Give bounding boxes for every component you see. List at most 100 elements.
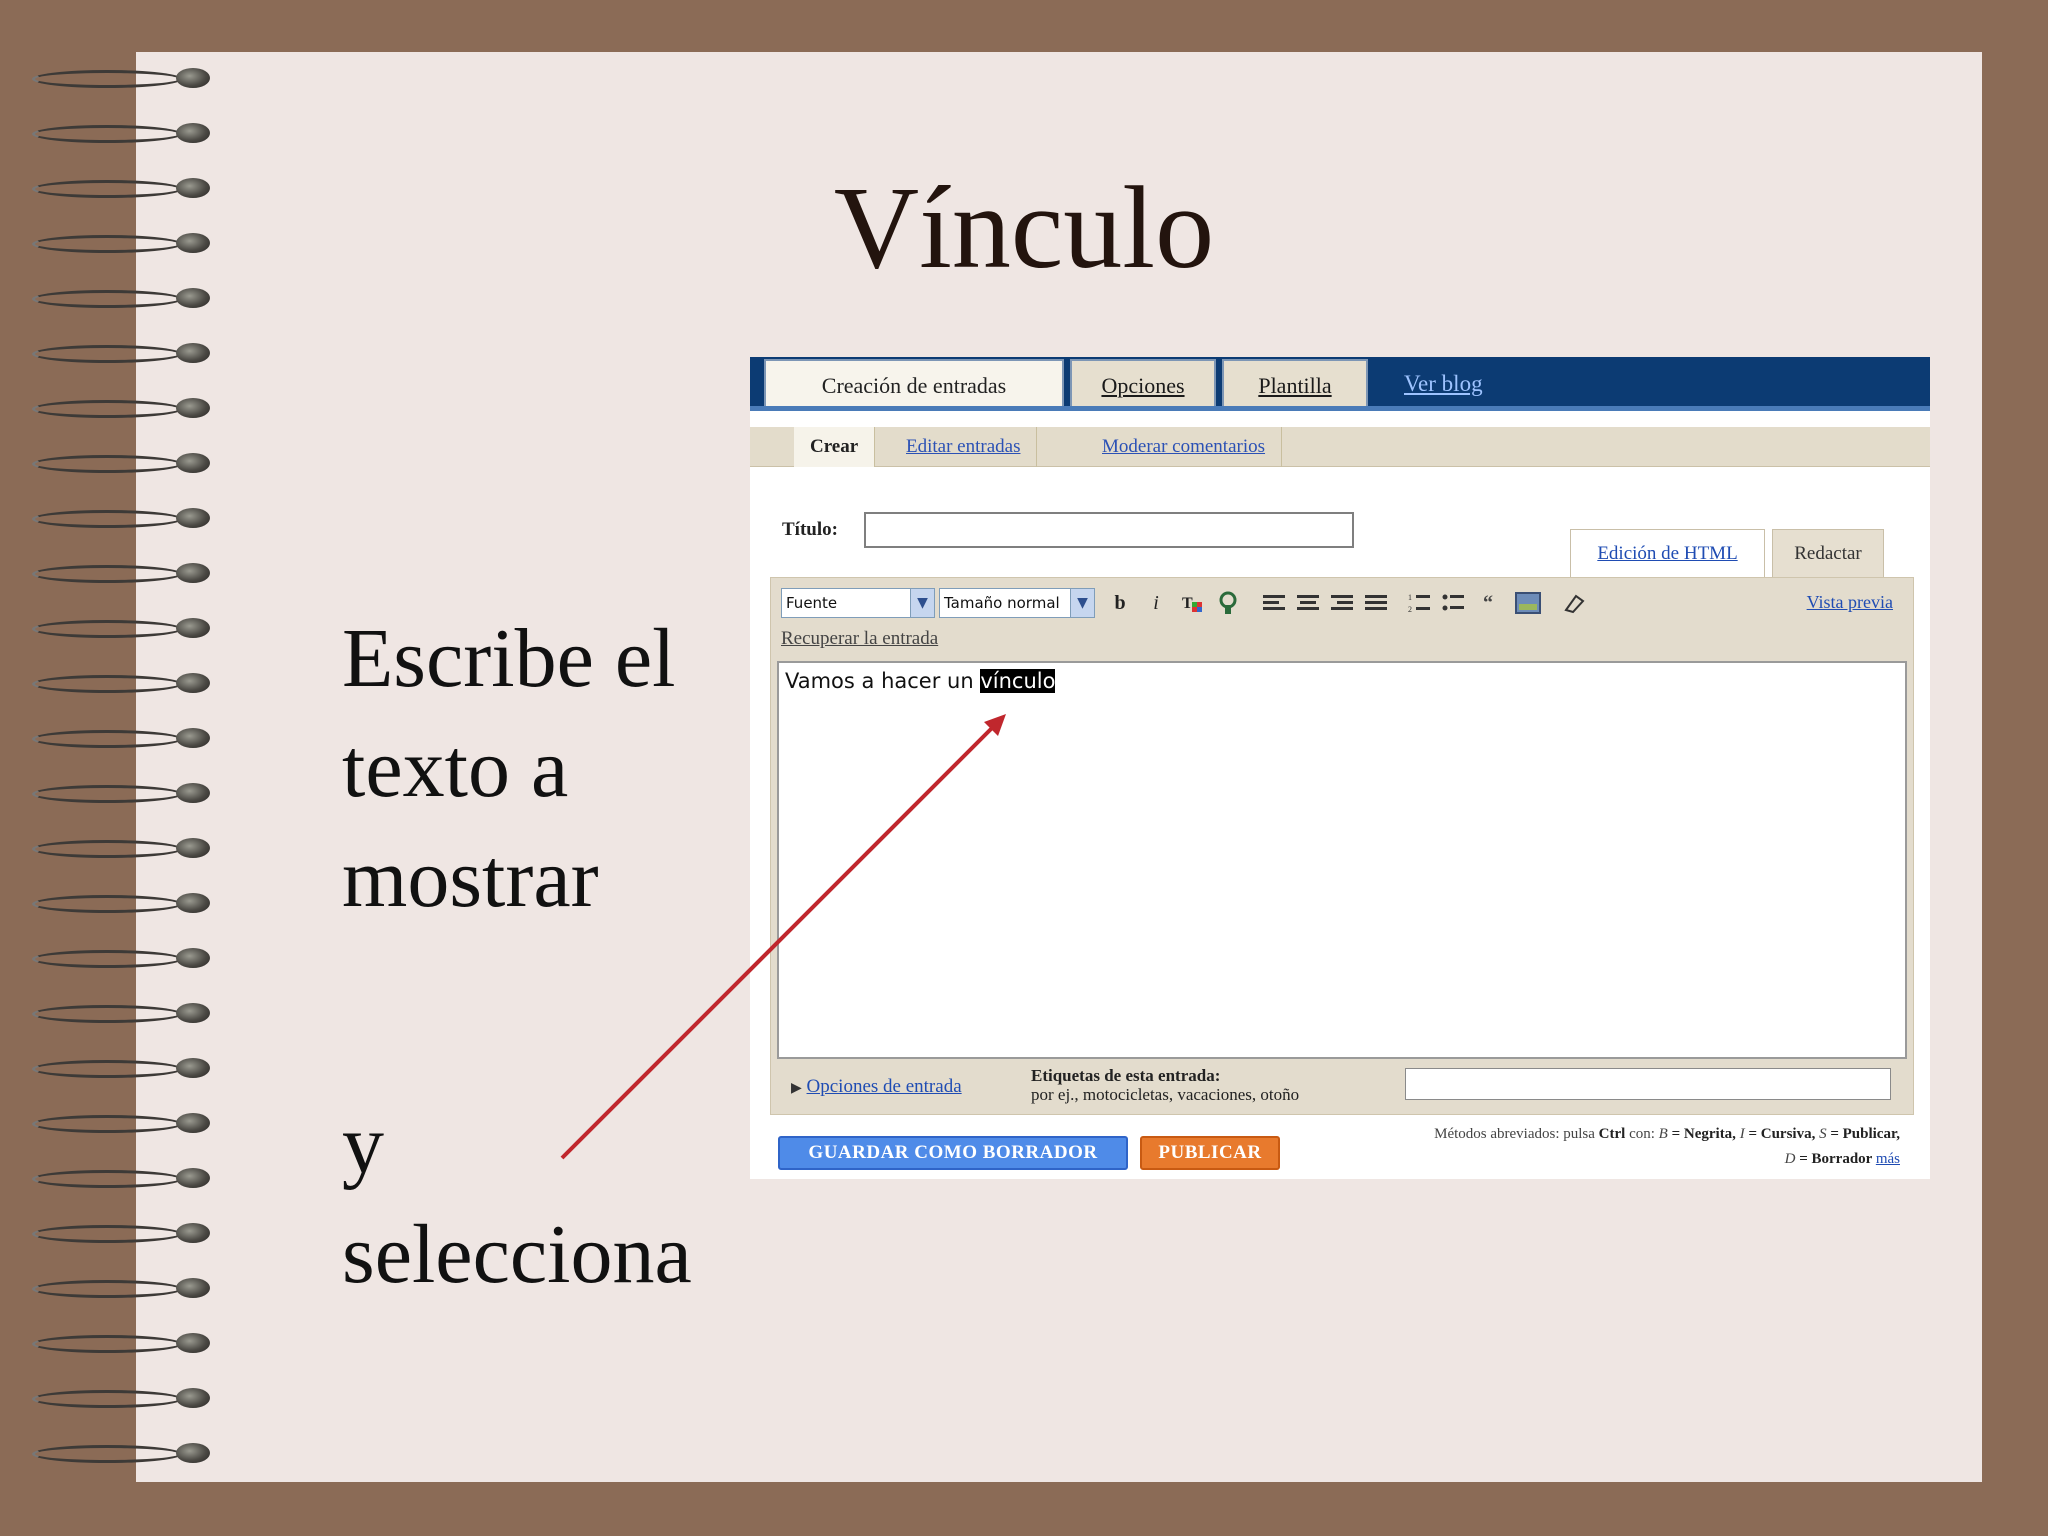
spiral-ring: [28, 883, 228, 923]
subtab-moderar-comentarios[interactable]: Moderar comentarios: [1086, 427, 1283, 467]
bullet-list-icon[interactable]: [1441, 590, 1467, 616]
recover-post-link[interactable]: Recuperar la entrada: [781, 628, 938, 650]
spiral-ring: [28, 333, 228, 373]
chevron-down-icon: ▼: [910, 589, 934, 617]
align-center-icon[interactable]: [1295, 590, 1321, 616]
italic-icon[interactable]: i: [1143, 590, 1169, 616]
blogger-editor-screenshot: Creación de entradas Opciones Plantilla …: [750, 357, 1930, 1179]
spiral-ring: [28, 1268, 228, 1308]
main-tab-bar: Creación de entradas Opciones Plantilla …: [750, 357, 1930, 411]
spiral-wire: [32, 455, 182, 473]
spiral-ring: [28, 828, 228, 868]
chevron-down-icon: ▼: [1070, 589, 1094, 617]
spiral-hole: [176, 1113, 210, 1133]
spiral-wire: [32, 1225, 182, 1243]
eraser-icon[interactable]: [1561, 590, 1587, 616]
title-input[interactable]: [864, 512, 1354, 548]
spiral-wire: [32, 70, 182, 88]
title-label: Título:: [782, 519, 838, 540]
spiral-wire: [32, 785, 182, 803]
spiral-ring: [28, 773, 228, 813]
svg-text:1: 1: [1408, 593, 1412, 602]
text-color-icon[interactable]: T: [1179, 590, 1205, 616]
spiral-ring: [28, 1378, 228, 1418]
post-options-link[interactable]: Opciones de entrada: [807, 1076, 962, 1097]
tab-html-edit[interactable]: Edición de HTML: [1570, 529, 1765, 577]
blockquote-icon[interactable]: “: [1475, 590, 1501, 616]
spiral-hole: [176, 673, 210, 693]
spiral-hole: [176, 508, 210, 528]
tab-label: Creación de entradas: [821, 373, 1007, 398]
spiral-ring: [28, 938, 228, 978]
spiral-ring: [28, 1433, 228, 1473]
tab-bar-underline: [750, 406, 1930, 411]
spiral-ring: [28, 113, 228, 153]
shortcuts-help: Métodos abreviados: pulsa Ctrl con: B = …: [1290, 1122, 1900, 1172]
shortcuts-text: Métodos abreviados: pulsa: [1434, 1126, 1599, 1142]
tab-plantilla[interactable]: Plantilla: [1222, 359, 1368, 411]
tab-creacion[interactable]: Creación de entradas: [764, 359, 1064, 411]
spiral-wire: [32, 1115, 182, 1133]
numbered-list-icon[interactable]: 12: [1407, 590, 1433, 616]
spiral-wire: [32, 1060, 182, 1078]
spiral-wire: [32, 1005, 182, 1023]
spiral-wire: [32, 400, 182, 418]
shortcut-key: S: [1819, 1126, 1827, 1142]
post-text: Vamos a hacer un: [785, 669, 981, 693]
more-link[interactable]: más: [1876, 1151, 1900, 1167]
tab-label[interactable]: Plantilla: [1258, 373, 1331, 399]
spiral-hole: [176, 563, 210, 583]
spiral-hole: [176, 1223, 210, 1243]
tab-compose[interactable]: Redactar: [1772, 529, 1884, 577]
post-body-editor[interactable]: Vamos a hacer un vínculo: [777, 661, 1907, 1059]
spiral-hole: [176, 948, 210, 968]
spiral-wire: [32, 1170, 182, 1188]
preview-link[interactable]: Vista previa: [1807, 592, 1893, 613]
spiral-hole: [176, 1443, 210, 1463]
instruction-line: texto a: [342, 722, 569, 815]
size-select[interactable]: Tamaño normal ▼: [939, 588, 1095, 618]
tab-opciones[interactable]: Opciones: [1070, 359, 1216, 411]
instruction-line: mostrar: [342, 832, 599, 925]
subtab-crear[interactable]: Crear: [794, 427, 876, 467]
spiral-ring: [28, 498, 228, 538]
spiral-wire: [32, 510, 182, 528]
spiral-hole: [176, 1388, 210, 1408]
ver-blog-link[interactable]: Ver blog: [1404, 371, 1483, 397]
shortcut-key: D: [1784, 1151, 1796, 1167]
spiral-ring: [28, 58, 228, 98]
labels-input[interactable]: [1405, 1068, 1891, 1100]
instruction-line: Escribe el: [342, 612, 676, 705]
spiral-hole: [176, 68, 210, 88]
spiral-wire: [32, 1280, 182, 1298]
shortcuts-text: con:: [1625, 1126, 1659, 1142]
save-draft-button[interactable]: GUARDAR COMO BORRADOR: [778, 1136, 1128, 1170]
svg-text:2: 2: [1408, 605, 1412, 614]
spiral-hole: [176, 1278, 210, 1298]
tab-label[interactable]: Opciones: [1101, 373, 1184, 399]
shortcut-desc: = Cursiva,: [1744, 1126, 1820, 1142]
post-options-toggle[interactable]: ▶ Opciones de entrada: [791, 1076, 962, 1098]
shortcut-desc: = Borrador: [1795, 1151, 1876, 1167]
spiral-hole: [176, 453, 210, 473]
spiral-wire: [32, 565, 182, 583]
align-right-icon[interactable]: [1329, 590, 1355, 616]
image-icon[interactable]: [1515, 590, 1541, 616]
spiral-hole: [176, 728, 210, 748]
publish-button[interactable]: PUBLICAR: [1140, 1136, 1280, 1170]
spiral-ring: [28, 993, 228, 1033]
sub-tab-bar: Crear Editar entradas Moderar comentario…: [750, 427, 1930, 467]
font-select-value: Fuente: [786, 594, 838, 612]
spiral-hole: [176, 783, 210, 803]
spiral-ring: [28, 388, 228, 428]
spiral-ring: [28, 1213, 228, 1253]
bold-icon[interactable]: b: [1107, 590, 1133, 616]
subtab-editar-entradas[interactable]: Editar entradas: [890, 427, 1038, 467]
spiral-wire: [32, 895, 182, 913]
link-icon[interactable]: [1215, 590, 1241, 616]
spiral-hole: [176, 1168, 210, 1188]
font-select[interactable]: Fuente ▼: [781, 588, 935, 618]
align-left-icon[interactable]: [1261, 590, 1287, 616]
spiral-hole: [176, 123, 210, 143]
justify-icon[interactable]: [1363, 590, 1389, 616]
